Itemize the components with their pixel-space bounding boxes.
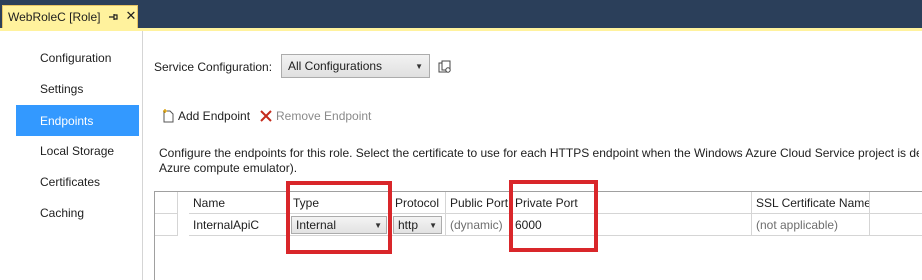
sidebar-item-caching[interactable]: Caching — [16, 197, 139, 228]
description-line-2: Azure compute emulator). — [159, 161, 298, 175]
document-tab-strip: WebRoleC [Role] ✕ — [0, 0, 922, 28]
tab-title: WebRoleC [Role] — [8, 10, 101, 24]
service-configuration-value: All Configurations — [288, 59, 383, 73]
endpoints-description: Configure the endpoints for this role. S… — [159, 146, 919, 176]
row-header-corner — [155, 192, 178, 214]
protocol-select[interactable]: http ▼ — [393, 216, 442, 234]
document-tab[interactable]: WebRoleC [Role] ✕ — [2, 5, 138, 28]
remove-endpoint-button[interactable]: Remove Endpoint — [259, 107, 371, 125]
column-header-public-port[interactable]: Public Port — [446, 192, 511, 214]
type-column-highlight — [286, 181, 392, 254]
protocol-value: http — [398, 218, 419, 232]
column-header-ssl-certificate[interactable]: SSL Certificate Name — [752, 192, 870, 214]
add-endpoint-label: Add Endpoint — [178, 109, 251, 123]
cell-filler — [870, 214, 922, 236]
description-line-1: Configure the endpoints for this role. S… — [159, 146, 919, 160]
sidebar-item-certificates[interactable]: Certificates — [16, 166, 139, 197]
add-endpoint-button[interactable]: Add Endpoint — [161, 107, 250, 125]
sidebar-item-local-storage[interactable]: Local Storage — [16, 135, 139, 166]
cell-ssl-certificate[interactable]: (not applicable) — [752, 214, 870, 236]
sidebar-item-configuration[interactable]: Configuration — [16, 42, 139, 73]
cell-public-port[interactable]: (dynamic) — [446, 214, 511, 236]
sidebar-item-endpoints[interactable]: Endpoints — [16, 105, 139, 136]
column-header-name[interactable]: Name — [189, 192, 289, 214]
sidebar-item-settings[interactable]: Settings — [16, 73, 139, 104]
add-document-icon — [161, 109, 175, 123]
column-header-filler — [870, 192, 922, 214]
close-icon[interactable]: ✕ — [124, 9, 138, 23]
cell-protocol[interactable]: http ▼ — [391, 214, 446, 236]
service-configuration-label: Service Configuration: — [154, 60, 273, 74]
row-header[interactable] — [155, 214, 178, 236]
designer-sidebar: Configuration Settings Endpoints Local S… — [0, 31, 143, 280]
delete-x-icon — [259, 109, 273, 123]
chevron-down-icon: ▼ — [429, 221, 437, 230]
manage-configurations-icon[interactable] — [437, 59, 453, 75]
private-port-column-highlight — [509, 180, 598, 252]
column-header-protocol[interactable]: Protocol — [391, 192, 446, 214]
service-configuration-select[interactable]: All Configurations ▼ — [281, 54, 430, 78]
cell-name[interactable]: InternalApiC — [189, 214, 289, 236]
pin-icon[interactable] — [106, 10, 120, 24]
chevron-down-icon: ▼ — [415, 62, 423, 71]
remove-endpoint-label: Remove Endpoint — [276, 109, 372, 123]
